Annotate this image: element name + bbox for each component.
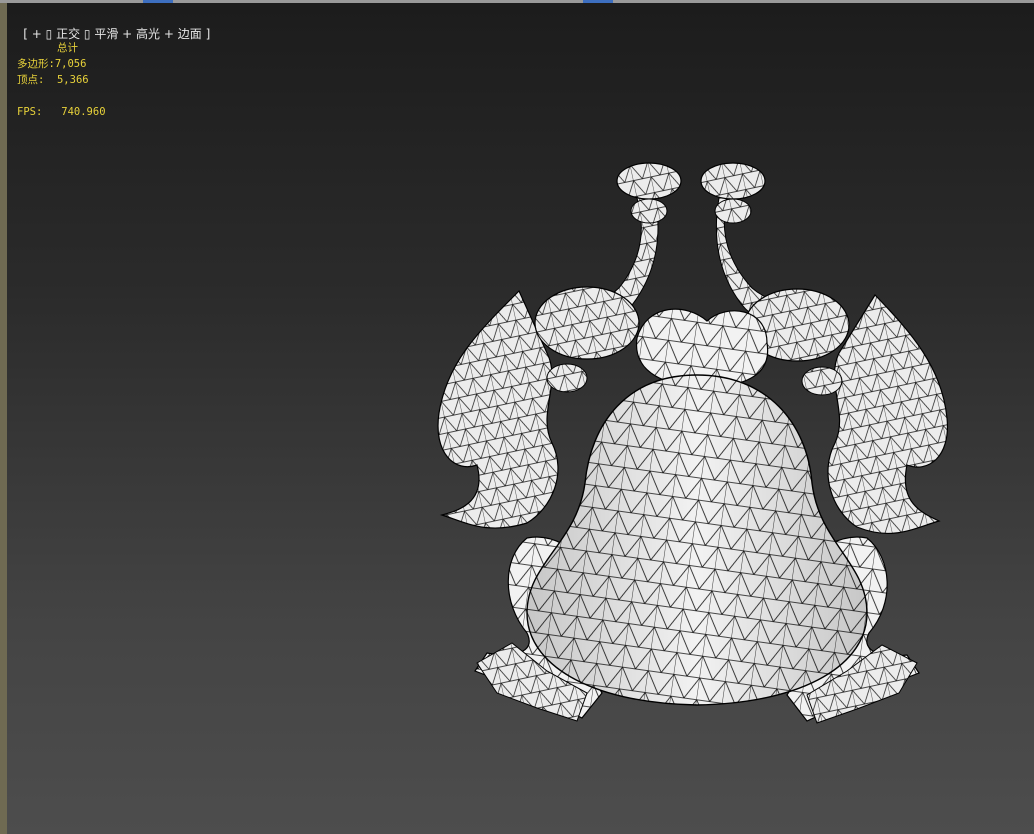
toad-wireframe-model[interactable] (7, 3, 1034, 834)
model-right-cap (700, 162, 766, 200)
viewport-perspective[interactable]: [ + ▯ 正交 ▯ 平滑 + 高光 + 边面 ] 总计 多边形:7,056 顶… (7, 3, 1034, 834)
model-head (636, 308, 769, 386)
model-left-cap (616, 162, 682, 200)
left-panel-edge (0, 3, 7, 834)
